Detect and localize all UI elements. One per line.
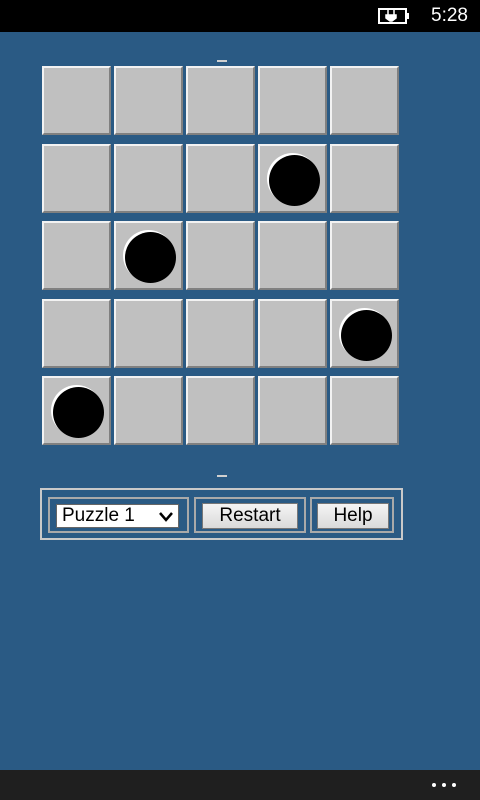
status-time: 5:28 <box>431 5 468 26</box>
board-cell[interactable] <box>330 376 399 445</box>
top-marker <box>217 60 227 62</box>
help-frame: Help <box>310 497 394 533</box>
ball-piece <box>125 232 176 283</box>
board-cell[interactable] <box>42 66 111 135</box>
puzzle-select-value: Puzzle 1 <box>62 505 135 526</box>
board-cell[interactable] <box>258 144 327 213</box>
board-cell[interactable] <box>258 221 327 290</box>
board-cell[interactable] <box>258 299 327 368</box>
game-board <box>41 64 405 450</box>
restart-button[interactable]: Restart <box>202 503 298 529</box>
game-toolbar: Puzzle 1 Restart Help <box>40 488 403 540</box>
board-cell[interactable] <box>330 66 399 135</box>
battery-charging-icon <box>378 8 409 24</box>
board-cell[interactable] <box>330 144 399 213</box>
ball-piece <box>269 155 320 206</box>
board-cell[interactable] <box>330 221 399 290</box>
board-cell[interactable] <box>186 299 255 368</box>
board-cell[interactable] <box>186 144 255 213</box>
ball-piece <box>53 387 104 438</box>
board-cell[interactable] <box>114 376 183 445</box>
puzzle-select[interactable]: Puzzle 1 <box>56 504 179 528</box>
bottom-marker <box>217 475 227 477</box>
board-cell[interactable] <box>114 299 183 368</box>
board-cell[interactable] <box>42 299 111 368</box>
board-cell[interactable] <box>114 221 183 290</box>
board-cell[interactable] <box>186 376 255 445</box>
board-cell[interactable] <box>114 66 183 135</box>
chevron-down-icon <box>159 512 173 522</box>
puzzle-select-frame: Puzzle 1 <box>48 497 189 533</box>
board-cell[interactable] <box>42 144 111 213</box>
status-bar: 5:28 <box>0 0 480 32</box>
board-cell[interactable] <box>186 66 255 135</box>
restart-frame: Restart <box>194 497 306 533</box>
board-cell[interactable] <box>42 221 111 290</box>
board-cell[interactable] <box>258 66 327 135</box>
board-cell[interactable] <box>330 299 399 368</box>
app-bar <box>0 770 480 800</box>
ball-piece <box>341 310 392 361</box>
board-cell[interactable] <box>114 144 183 213</box>
board-cell[interactable] <box>42 376 111 445</box>
help-button[interactable]: Help <box>317 503 389 529</box>
board-cell[interactable] <box>258 376 327 445</box>
more-icon[interactable] <box>430 776 458 794</box>
board-cell[interactable] <box>186 221 255 290</box>
